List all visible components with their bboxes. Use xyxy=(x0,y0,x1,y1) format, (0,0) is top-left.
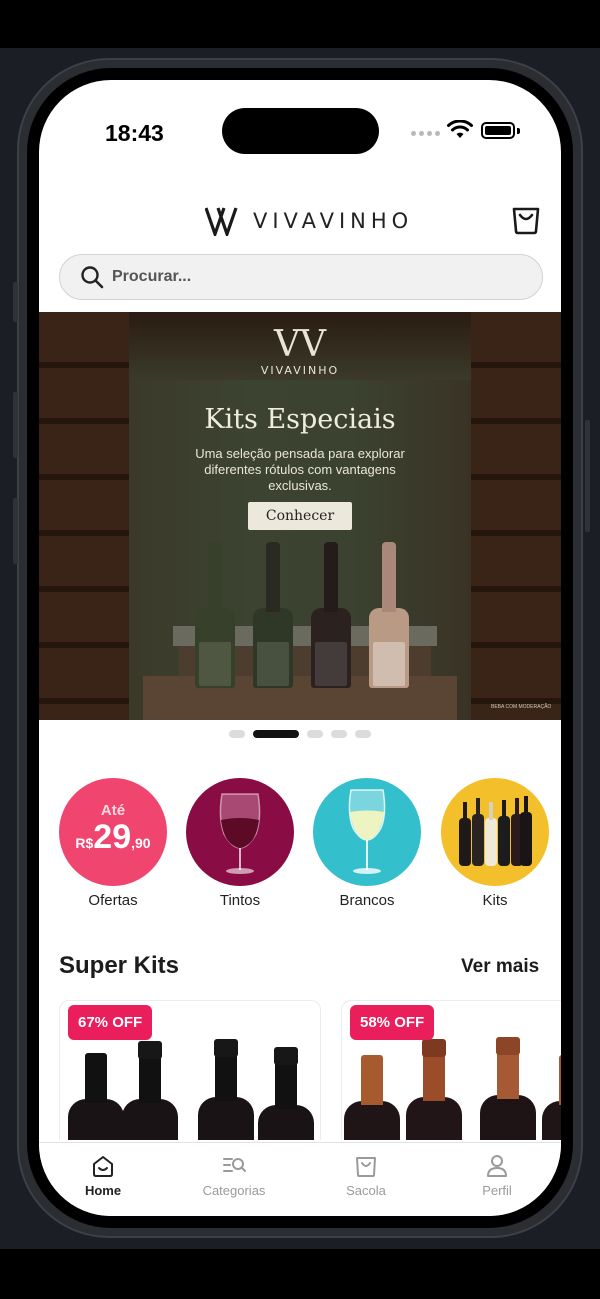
discount-badge: 67% OFF xyxy=(68,1005,153,1040)
category-brancos[interactable]: Brancos xyxy=(313,778,421,909)
kit-bottle xyxy=(344,1055,400,1140)
categories-icon xyxy=(223,1158,246,1172)
carousel-indicator[interactable] xyxy=(39,730,561,738)
phone-frame: 18:43 VIVAVINHO Procurar... VV VIVAVINHO… xyxy=(13,58,590,1238)
brancos-circle xyxy=(313,778,421,886)
carousel-dot[interactable] xyxy=(331,730,347,738)
battery-icon xyxy=(481,122,515,139)
bottom-band xyxy=(0,1249,600,1299)
tab-categorias[interactable]: Categorias xyxy=(184,1153,284,1198)
search-icon xyxy=(81,266,104,289)
ofertas-circle: Até R$29,90 xyxy=(59,778,167,886)
carousel-dot[interactable] xyxy=(229,730,245,738)
app-header: VIVAVINHO xyxy=(39,180,561,250)
wine-bottles-icon xyxy=(459,796,532,866)
banner-bottle xyxy=(253,542,293,688)
cellular-signal-icon xyxy=(411,131,440,136)
kit-bottle xyxy=(406,1039,462,1140)
banner-bottle xyxy=(311,542,351,688)
offer-prefix: Até xyxy=(100,802,126,819)
banner-title: Kits Especiais xyxy=(204,404,396,435)
banner-bottle xyxy=(195,542,235,688)
kits-circle xyxy=(441,778,549,886)
tab-label: Categorias xyxy=(202,1183,266,1198)
shopping-bag-icon xyxy=(512,207,540,235)
banner-subtitle: Uma seleção pensada para explorar difere… xyxy=(195,446,405,493)
home-icon xyxy=(93,1156,113,1177)
banner-cta-button[interactable]: Conhecer xyxy=(248,502,352,530)
tab-label: Sacola xyxy=(346,1183,386,1198)
status-time: 18:43 xyxy=(105,120,164,146)
carousel-dot[interactable] xyxy=(355,730,371,738)
app-screen: 18:43 VIVAVINHO Procurar... VV VIVAVINHO… xyxy=(39,80,561,1216)
offer-price: R$29,90 xyxy=(75,818,151,856)
red-wine-glass-icon xyxy=(219,793,261,874)
banner-brand: VIVAVINHO xyxy=(260,364,340,377)
banner-disclaimer: BEBA COM MODERAÇÃO xyxy=(491,704,552,710)
display-table xyxy=(143,676,457,720)
tab-label: Perfil xyxy=(482,1183,512,1198)
dynamic-island xyxy=(222,108,379,154)
power-button xyxy=(585,420,590,532)
brand-logo[interactable]: VIVAVINHO xyxy=(205,206,413,236)
super-kits-carousel[interactable]: 67% OFF 58% OFF xyxy=(59,1000,561,1140)
discount-badge: 58% OFF xyxy=(350,1005,435,1040)
category-label: Ofertas xyxy=(88,892,138,909)
top-band xyxy=(0,0,600,48)
bag-icon xyxy=(356,1157,376,1177)
banner-bottle xyxy=(369,542,409,688)
shopping-bag-button[interactable] xyxy=(509,202,543,236)
category-label: Tintos xyxy=(219,892,261,909)
search-bar[interactable] xyxy=(59,254,543,300)
super-kits-title: Super Kits xyxy=(59,952,180,979)
vivavinho-logo-icon xyxy=(205,207,238,236)
category-kits[interactable]: Kits xyxy=(441,778,549,909)
volume-up-button xyxy=(13,392,18,458)
see-more-link[interactable]: Ver mais xyxy=(461,956,539,978)
phone-bezel: 18:43 VIVAVINHO Procurar... VV VIVAVINHO… xyxy=(27,68,573,1228)
kit-card[interactable]: 58% OFF xyxy=(341,1000,561,1140)
volume-down-button xyxy=(13,498,18,564)
bottom-tab-bar: Home Categorias Sacola Perfil xyxy=(39,1142,561,1216)
tab-perfil[interactable]: Perfil xyxy=(447,1153,547,1198)
carousel-dot[interactable] xyxy=(307,730,323,738)
status-bar: 18:43 xyxy=(39,80,561,180)
tintos-circle xyxy=(186,778,294,886)
category-label: Kits xyxy=(482,892,508,909)
white-wine-glass-icon xyxy=(348,789,386,874)
kit-bottle xyxy=(542,1055,561,1140)
banner-logo-mark: VV xyxy=(274,324,326,365)
mute-switch xyxy=(13,282,18,322)
category-tintos[interactable]: Tintos xyxy=(186,778,294,909)
profile-icon xyxy=(487,1155,507,1177)
kit-bottle xyxy=(480,1037,536,1140)
tab-home[interactable]: Home xyxy=(53,1153,153,1198)
kit-bottle xyxy=(68,1053,124,1140)
brand-name: VIVAVINHO xyxy=(253,209,414,233)
wifi-icon xyxy=(447,120,473,138)
tab-sacola[interactable]: Sacola xyxy=(316,1153,416,1198)
category-label: Brancos xyxy=(339,892,395,909)
carousel-dot-active[interactable] xyxy=(253,730,299,738)
hero-banner[interactable]: VV VIVAVINHO Kits Especiais Uma seleção … xyxy=(39,312,561,720)
category-row: Até R$29,90 Ofertas Tintos Brancos Kits xyxy=(59,778,561,918)
search-input[interactable] xyxy=(112,268,492,286)
tab-label: Home xyxy=(84,1183,122,1198)
kit-card[interactable]: 67% OFF xyxy=(59,1000,321,1140)
kit-bottle xyxy=(122,1041,178,1140)
kit-bottle xyxy=(198,1039,254,1140)
kit-bottle xyxy=(258,1047,314,1140)
banner-logo: VV VIVAVINHO xyxy=(39,324,561,378)
category-ofertas[interactable]: Até R$29,90 Ofertas xyxy=(59,778,167,909)
